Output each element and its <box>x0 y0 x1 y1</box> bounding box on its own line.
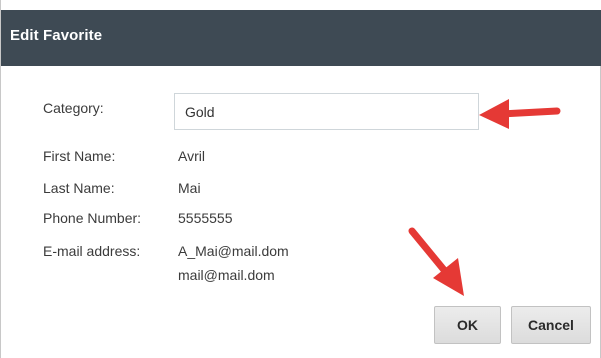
phone-number-value: 5555555 <box>178 210 233 226</box>
first-name-label: First Name: <box>43 148 116 164</box>
last-name-value: Mai <box>178 180 201 196</box>
ok-button[interactable]: OK <box>434 306 501 344</box>
last-name-label: Last Name: <box>43 180 115 196</box>
email-address-label: E-mail address: <box>43 243 141 259</box>
dialog-title: Edit Favorite <box>10 27 103 44</box>
red-arrow-icon <box>408 227 464 296</box>
red-arrow-icon <box>479 99 561 129</box>
category-input[interactable] <box>174 93 479 130</box>
email-value-primary: A_Mai@mail.dom <box>178 243 289 259</box>
email-value-secondary: mail@mail.dom <box>178 267 275 283</box>
first-name-value: Avril <box>178 148 205 164</box>
cancel-button[interactable]: Cancel <box>511 306 591 344</box>
dialog-titlebar: Edit Favorite <box>1 0 601 66</box>
edit-favorite-dialog: Edit Favorite Category: First Name: Avri… <box>0 0 601 358</box>
category-label: Category: <box>43 100 104 116</box>
phone-number-label: Phone Number: <box>43 210 142 226</box>
